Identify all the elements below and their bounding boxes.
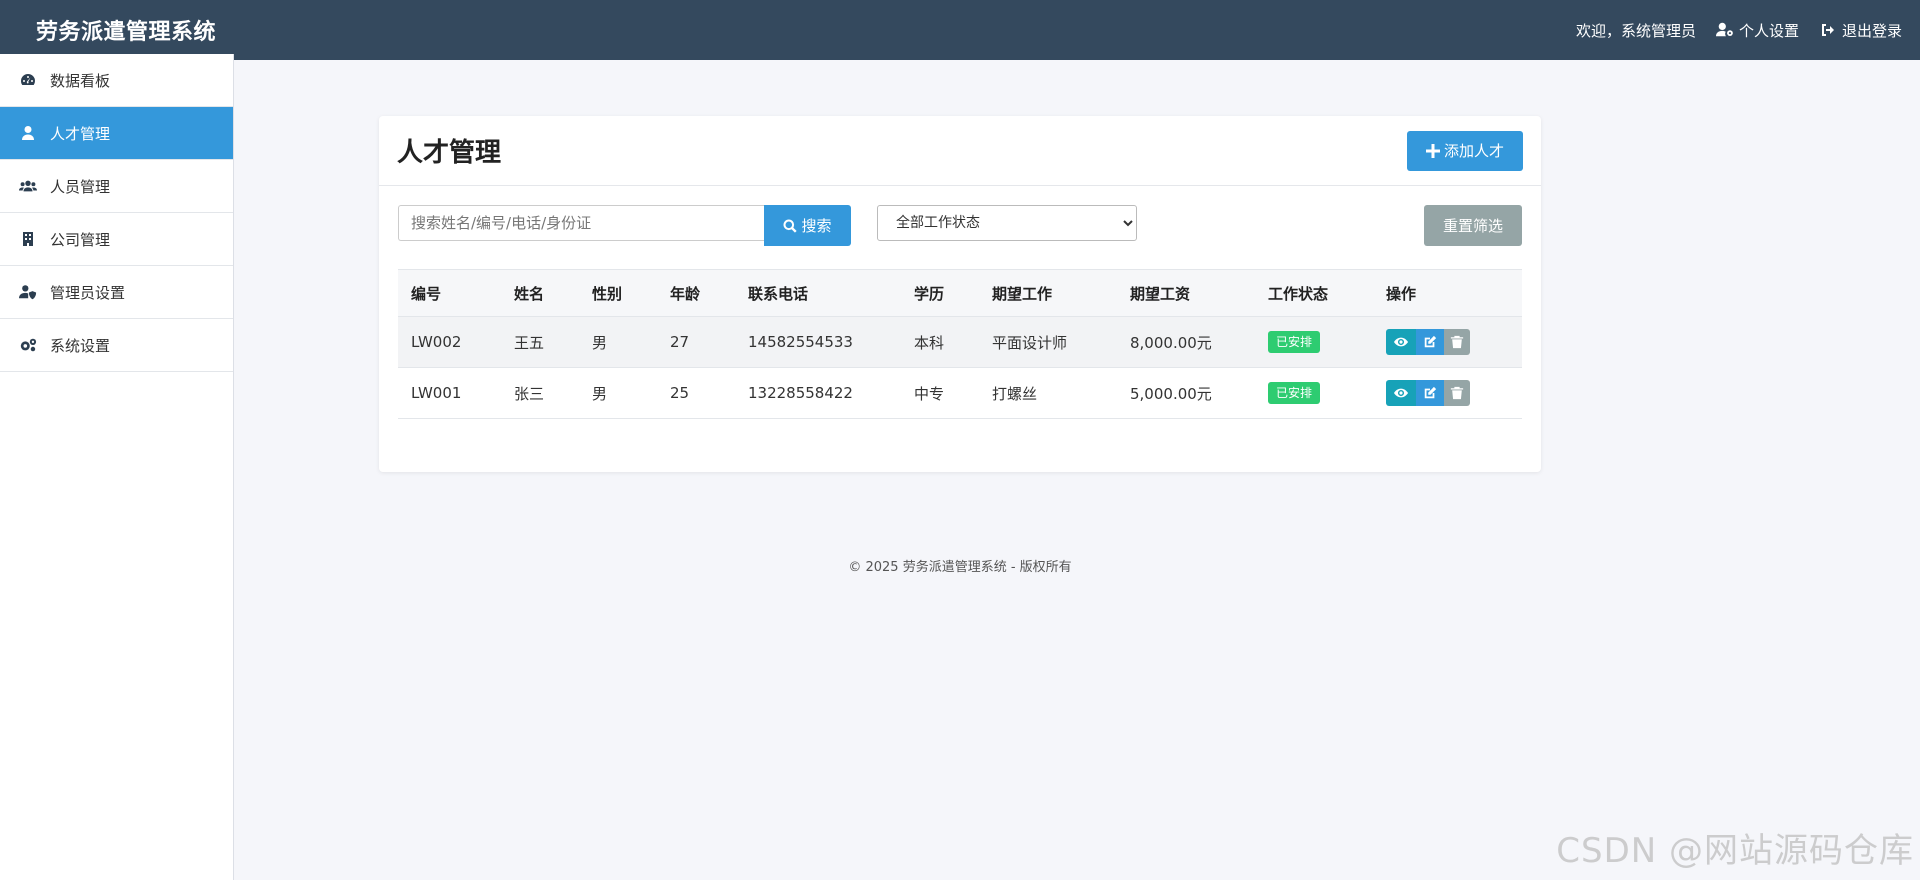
- sidebar-item-personnel[interactable]: 人员管理: [0, 160, 233, 213]
- column-header: 学历: [901, 269, 979, 317]
- sidebar-item-system-settings[interactable]: 系统设置: [0, 319, 233, 372]
- cell-age: 25: [657, 367, 735, 419]
- search-input[interactable]: [398, 205, 764, 241]
- sidebar-item-label: 人才管理: [50, 124, 111, 143]
- sidebar-item-talent[interactable]: 人才管理: [0, 107, 233, 160]
- cell-education: 本科: [901, 316, 979, 368]
- sign-out-icon: [1821, 24, 1834, 36]
- add-talent-button[interactable]: 添加人才: [1407, 130, 1523, 171]
- column-header: 期望工资: [1117, 269, 1255, 317]
- header-actions: 欢迎，系统管理员 个人设置 退出登录: [1576, 20, 1902, 41]
- eye-icon: [1394, 337, 1408, 347]
- sidebar-item-label: 数据看板: [50, 71, 111, 90]
- sidebar-item-label: 系统设置: [50, 336, 111, 355]
- trash-icon: [1450, 386, 1464, 400]
- cell-name: 王五: [501, 316, 579, 368]
- sidebar-item-label: 公司管理: [50, 230, 111, 249]
- cell-job: 打螺丝: [979, 367, 1117, 419]
- trash-icon: [1450, 335, 1464, 349]
- watermark: CSDN @网站源码仓库: [1556, 831, 1914, 871]
- row-actions: [1386, 329, 1470, 355]
- user-tie-icon: [18, 125, 38, 141]
- cell-age: 27: [657, 316, 735, 368]
- row-actions: [1386, 380, 1470, 406]
- cell-id: LW001: [398, 367, 501, 419]
- app-title: 劳务派遣管理系统: [36, 20, 217, 45]
- column-header: 工作状态: [1255, 269, 1373, 317]
- delete-button[interactable]: [1444, 380, 1470, 406]
- column-header: 编号: [398, 269, 501, 317]
- sidebar-item-dashboard[interactable]: 数据看板: [0, 54, 233, 107]
- cell-actions: [1373, 316, 1522, 368]
- users-icon: [18, 178, 38, 194]
- column-header: 姓名: [501, 269, 579, 317]
- cell-salary: 5,000.00元: [1117, 367, 1255, 419]
- table-row: LW001 张三 男 25 13228558422 中专 打螺丝 5,000.0…: [398, 367, 1522, 419]
- cell-id: LW002: [398, 316, 501, 368]
- edit-button[interactable]: [1416, 329, 1444, 355]
- column-header: 性别: [579, 269, 657, 317]
- search-label: 搜索: [801, 217, 832, 235]
- cell-phone: 14582554533: [735, 316, 901, 368]
- logout-label: 退出登录: [1841, 21, 1902, 40]
- edit-button[interactable]: [1416, 380, 1444, 406]
- welcome-text: 欢迎，系统管理员: [1575, 21, 1696, 40]
- profile-settings-link[interactable]: 个人设置: [1715, 20, 1799, 41]
- top-header: 劳务派遣管理系统 欢迎，系统管理员 个人设置 退出登录: [0, 0, 1920, 60]
- status-badge: 已安排: [1268, 382, 1321, 404]
- user-shield-icon: [18, 284, 38, 300]
- building-icon: [18, 231, 38, 247]
- column-header: 联系电话: [735, 269, 901, 317]
- plus-icon: [1425, 143, 1440, 158]
- eye-icon: [1394, 388, 1408, 398]
- table-header-row: 编号 姓名 性别 年龄 联系电话 学历 期望工作 期望工资 工作状态 操作: [398, 269, 1522, 317]
- search-button[interactable]: 搜索: [764, 205, 851, 246]
- page-title: 人才管理: [397, 138, 502, 168]
- add-talent-label: 添加人才: [1443, 142, 1504, 160]
- view-button[interactable]: [1386, 380, 1416, 406]
- sidebar-item-company[interactable]: 公司管理: [0, 213, 233, 266]
- logout-link[interactable]: 退出登录: [1819, 20, 1902, 41]
- view-button[interactable]: [1386, 329, 1416, 355]
- cell-status: 已安排: [1255, 316, 1373, 368]
- cell-job: 平面设计师: [979, 316, 1117, 368]
- cell-phone: 13228558422: [735, 367, 901, 419]
- sidebar-item-admin-settings[interactable]: 管理员设置: [0, 266, 233, 319]
- profile-settings-label: 个人设置: [1738, 21, 1799, 40]
- column-header: 年龄: [657, 269, 735, 317]
- cogs-icon: [18, 337, 38, 353]
- table-row: LW002 王五 男 27 14582554533 本科 平面设计师 8,000…: [398, 316, 1522, 368]
- cell-salary: 8,000.00元: [1117, 316, 1255, 368]
- column-header: 期望工作: [979, 269, 1117, 317]
- reset-filter-label: 重置筛选: [1442, 217, 1503, 235]
- work-status-select[interactable]: 全部工作状态: [877, 205, 1137, 241]
- cell-status: 已安排: [1255, 367, 1373, 419]
- sidebar: 数据看板 人才管理 人员管理 公司管理 管理员设置 系统设置: [0, 54, 234, 880]
- cell-gender: 男: [579, 316, 657, 368]
- page-footer: © 2025 劳务派遣管理系统 - 版权所有: [848, 560, 1072, 575]
- edit-icon: [1424, 386, 1437, 399]
- cell-actions: [1373, 367, 1522, 419]
- cell-education: 中专: [901, 367, 979, 419]
- talent-card: 人才管理 添加人才 搜索 全部工作状态 重置筛选 编号 姓名 性别: [379, 116, 1541, 472]
- cell-gender: 男: [579, 367, 657, 419]
- card-header: 人才管理 添加人才: [379, 116, 1541, 186]
- user-cog-icon: [1715, 22, 1733, 37]
- reset-filter-button[interactable]: 重置筛选: [1424, 205, 1522, 246]
- status-badge: 已安排: [1268, 331, 1321, 353]
- cell-name: 张三: [501, 367, 579, 419]
- column-header: 操作: [1373, 269, 1522, 317]
- sidebar-item-label: 管理员设置: [50, 283, 126, 302]
- dashboard-icon: [18, 72, 38, 88]
- sidebar-item-label: 人员管理: [50, 177, 111, 196]
- search-icon: [783, 219, 798, 233]
- edit-icon: [1424, 335, 1437, 348]
- filter-row: 搜索 全部工作状态 重置筛选: [398, 205, 1522, 247]
- delete-button[interactable]: [1444, 329, 1470, 355]
- talent-table: 编号 姓名 性别 年龄 联系电话 学历 期望工作 期望工资 工作状态 操作 LW…: [398, 269, 1522, 419]
